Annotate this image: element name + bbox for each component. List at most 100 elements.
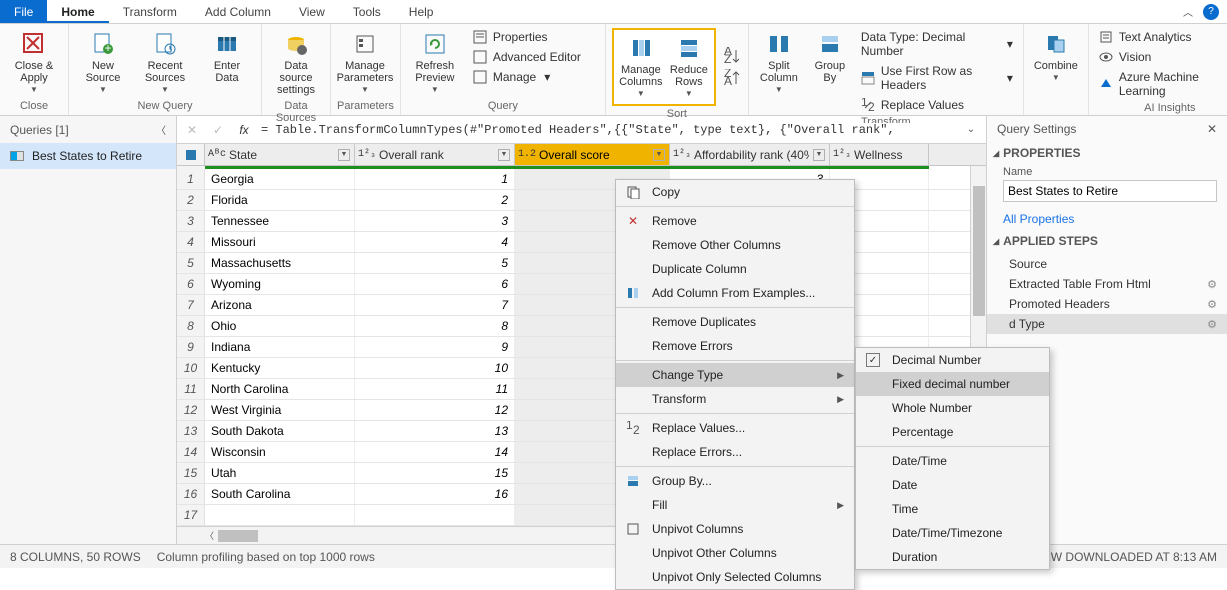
close-apply-button[interactable]: Close & Apply ▼ [6,28,62,98]
ctx-remove[interactable]: ✕Remove [616,209,854,233]
replace-values-button[interactable]: 12Replace Values [857,96,1017,114]
sort-asc-button[interactable]: AZ [722,47,742,65]
type-date[interactable]: Date [856,473,1049,497]
use-first-row-headers-button[interactable]: Use First Row as Headers▾ [857,62,1017,94]
table-row[interactable]: 2 Florida 2 14 [177,190,986,211]
accept-formula-icon[interactable]: ✓ [209,121,227,139]
tab-home[interactable]: Home [47,0,108,23]
type-fixed-decimal[interactable]: Fixed decimal number [856,372,1049,396]
all-properties-link[interactable]: All Properties [987,208,1227,230]
ctx-add-from-examples[interactable]: Add Column From Examples... [616,281,854,305]
column-dropdown-icon[interactable]: ▼ [813,149,825,161]
type-whole[interactable]: Whole Number [856,396,1049,420]
type-percentage[interactable]: Percentage [856,420,1049,444]
cell-state: Indiana [205,337,355,357]
ctx-remove-errors[interactable]: Remove Errors [616,334,854,358]
applied-step[interactable]: Extracted Table From Html⚙ [987,274,1227,294]
column-dropdown-icon[interactable]: ▼ [338,149,350,161]
ctx-replace-errors[interactable]: Replace Errors... [616,440,854,464]
combine-button[interactable]: Combine▼ [1030,28,1082,86]
text-analytics-button[interactable]: Text Analytics [1095,28,1227,46]
ctx-copy[interactable]: Copy [616,180,854,204]
ctx-unpivot-other[interactable]: Unpivot Other Columns [616,541,854,565]
manage-button[interactable]: Manage▾ [469,68,599,86]
table-row[interactable]: 8 Ohio 8 19 [177,316,986,337]
tab-transform[interactable]: Transform [109,0,191,23]
ctx-duplicate[interactable]: Duplicate Column [616,257,854,281]
ctx-remove-duplicates[interactable]: Remove Duplicates [616,310,854,334]
query-name-input[interactable] [1003,180,1217,202]
collapse-icon[interactable]: 〈 [156,122,166,137]
properties-button[interactable]: Properties [469,28,599,46]
submenu-arrow-icon: ▶ [837,394,844,405]
chevron-up-icon[interactable]: ︿ [1183,4,1193,19]
group-by-button[interactable]: Group By [809,28,851,114]
tab-tools[interactable]: Tools [339,0,395,23]
column-header-state[interactable]: AᴮcState▼ [205,144,355,165]
tab-view[interactable]: View [285,0,339,23]
table-row[interactable]: 7 Arizona 7 16 [177,295,986,316]
applied-steps-header[interactable]: ◢APPLIED STEPS [987,230,1227,252]
applied-step[interactable]: d Type⚙ [987,314,1227,334]
table-row[interactable]: 3 Tennessee 3 1 [177,211,986,232]
type-decimal[interactable]: ✓Decimal Number [856,348,1049,372]
vision-button[interactable]: Vision [1095,48,1227,66]
applied-step[interactable]: Promoted Headers⚙ [987,294,1227,314]
type-datetime[interactable]: Date/Time [856,449,1049,473]
data-type-button[interactable]: Data Type: Decimal Number▾ [857,28,1017,60]
manage-columns-button[interactable]: Manage Columns▼ [616,32,666,102]
ctx-change-type[interactable]: Change Type▶ [616,363,854,387]
table-row[interactable]: 1 Georgia 1 3 [177,169,986,190]
tab-add-column[interactable]: Add Column [191,0,285,23]
applied-step[interactable]: Source [987,254,1227,274]
reduce-rows-button[interactable]: Reduce Rows▼ [666,32,712,102]
expand-formula-icon[interactable]: ⌄ [962,121,980,139]
split-column-button[interactable]: Split Column▼ [755,28,803,114]
table-row[interactable]: 5 Massachusetts 5 42 [177,253,986,274]
properties-section-header[interactable]: ◢PROPERTIES [987,142,1227,164]
ctx-unpivot[interactable]: Unpivot Columns [616,517,854,541]
aml-button[interactable]: Azure Machine Learning [1095,68,1227,100]
type-dtz[interactable]: Date/Time/Timezone [856,521,1049,545]
recent-sources-button[interactable]: Recent Sources▼ [137,28,193,98]
column-header-affordability[interactable]: 1²₃Affordability rank (40%)▼ [670,144,830,165]
enter-data-button[interactable]: Enter Data [199,28,255,98]
advanced-editor-button[interactable]: Advanced Editor [469,48,599,66]
gear-icon[interactable]: ⚙ [1207,278,1217,291]
ctx-group-by[interactable]: Group By... [616,469,854,493]
tab-file[interactable]: File [0,0,47,23]
manage-parameters-button[interactable]: Manage Parameters▼ [337,28,393,98]
grid-corner[interactable] [177,144,205,165]
column-header-wellness[interactable]: 1²₃Wellness [830,144,929,165]
column-header-overall-score[interactable]: 1.2Overall score▼ [515,144,670,165]
type-duration[interactable]: Duration [856,545,1049,569]
ctx-unpivot-selected[interactable]: Unpivot Only Selected Columns [616,565,854,589]
column-dropdown-icon[interactable]: ▼ [498,149,510,161]
fx-icon[interactable]: fx [235,121,253,139]
formula-input[interactable] [261,123,954,137]
query-item[interactable]: Best States to Retire [0,143,176,169]
ctx-transform[interactable]: Transform▶ [616,387,854,411]
ctx-fill[interactable]: Fill▶ [616,493,854,517]
cell-rank [355,505,515,525]
cell-state: Georgia [205,169,355,189]
cancel-formula-icon[interactable]: ✕ [183,121,201,139]
new-source-button[interactable]: +New Source▼ [75,28,131,98]
data-source-settings-button[interactable]: Data source settings [268,28,324,98]
column-dropdown-icon[interactable]: ▼ [653,149,665,161]
cell-rank: 9 [355,337,515,357]
queries-header[interactable]: Queries [1] 〈 [0,116,176,143]
table-row[interactable]: 6 Wyoming 6 17 [177,274,986,295]
ctx-replace-values[interactable]: 12Replace Values... [616,416,854,440]
table-row[interactable]: 4 Missouri 4 3 [177,232,986,253]
sort-desc-button[interactable]: ZA [722,69,742,87]
gear-icon[interactable]: ⚙ [1207,298,1217,311]
column-header-overall-rank[interactable]: 1²₃Overall rank▼ [355,144,515,165]
ctx-remove-other[interactable]: Remove Other Columns [616,233,854,257]
type-time[interactable]: Time [856,497,1049,521]
refresh-preview-button[interactable]: Refresh Preview▼ [407,28,463,98]
help-icon[interactable]: ? [1203,4,1219,20]
gear-icon[interactable]: ⚙ [1207,318,1217,331]
close-settings-icon[interactable]: ✕ [1207,122,1217,136]
tab-help[interactable]: Help [395,0,448,23]
